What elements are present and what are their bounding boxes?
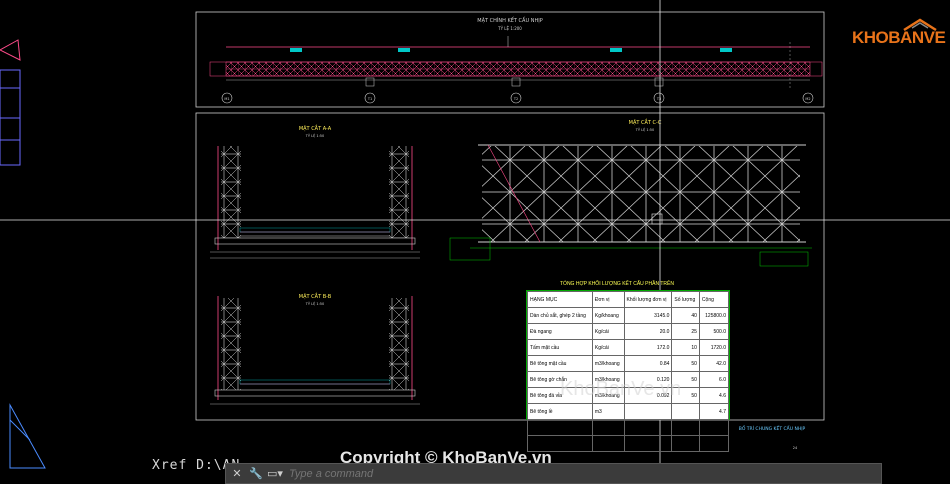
table-cell — [671, 403, 700, 420]
section-bb-scale: TỶ LỆ 1:50 — [305, 301, 325, 306]
section-bb: MẶT CẮT B-B TỶ LỆ 1:50 — [210, 292, 420, 405]
table-cell: 128 020.0 — [698, 419, 730, 436]
table-cell: 3145.0 — [623, 307, 673, 324]
section-bb-title: MẶT CẮT B-B — [299, 292, 332, 300]
pier-label-t2: T2 — [513, 97, 518, 101]
table-cell: 4.6 — [698, 387, 730, 404]
table-cell: 40 — [671, 307, 700, 324]
left-partial-drawing — [0, 39, 46, 469]
section-cc-scale: TỶ LỆ 1:50 — [635, 127, 655, 132]
table-cell: m3/khoang — [591, 355, 625, 372]
table-cell: Kg/cái — [591, 323, 625, 340]
table-cell: 25 — [671, 323, 700, 340]
table-cell: 500.0 — [698, 323, 730, 340]
table-header: Cộng — [698, 291, 730, 308]
command-line-bar: ✕ 🔧 ▭▾ — [225, 463, 882, 484]
table-cell: m3 — [591, 403, 625, 420]
section-aa-scale: TỶ LỆ 1:50 — [305, 133, 325, 138]
table-cell: Kg — [591, 419, 625, 436]
table-cell: Kg/khoang — [591, 307, 625, 324]
table-header: HẠNG MỤC — [527, 291, 593, 308]
table-header: Số lượng — [671, 291, 700, 308]
watermark-center: KhoBanVe.vn — [560, 378, 682, 400]
table-row: Đà ngang Kg/cái 20.0 25 500.0 — [527, 323, 730, 340]
cad-canvas[interactable]: MẶT CHÍNH KẾT CẤU NHỊP TỶ LỆ 1:200 M1 T1… — [0, 0, 950, 484]
section-aa: MẶT CẮT A-A TỶ LỆ 1:50 — [210, 124, 420, 259]
table-cell: Kg/cái — [591, 339, 625, 356]
summary-table-title: TỔNG HỢP KHỐI LƯỢNG KẾT CẤU PHẦN TRÊN — [560, 281, 674, 287]
table-cell — [671, 419, 700, 436]
table-cell — [671, 435, 700, 452]
section-cc: MẶT CẮT C-C TỶ LỆ 1:50 — [449, 118, 812, 267]
logo-text: KHOBANVE — [852, 28, 946, 47]
table-cell: Đà ngang — [527, 323, 593, 340]
khobanve-logo: KHOBANVE — [852, 18, 946, 52]
table-row: Dàn chủ sắt, ghép 2 tầng Kg/khoang 3145.… — [527, 307, 730, 324]
table-cell: 10 — [671, 339, 700, 356]
table-cell: 50 — [671, 355, 700, 372]
table-cell: Bê tông mặt cầu — [527, 355, 593, 372]
table-header: Đơn vị — [591, 291, 625, 308]
table-cell: 20.0 — [623, 323, 673, 340]
section-cc-title: MẶT CẮT C-C — [629, 118, 662, 126]
close-icon[interactable]: ✕ — [229, 466, 245, 481]
command-history-icon[interactable]: ▭▾ — [267, 466, 283, 481]
wrench-icon[interactable]: 🔧 — [248, 466, 264, 481]
table-cell: 57.3 — [698, 435, 730, 452]
footer-title: BỐ TRÍ CHUNG KẾT CẤU NHỊP — [739, 424, 806, 432]
table-cell: 42.0 — [698, 355, 730, 372]
table-cell — [623, 403, 673, 420]
sheet-number: 24 — [793, 446, 798, 450]
section-aa-title: MẶT CẮT A-A — [299, 124, 332, 132]
table-row: Bê tông lề m3 4.7 — [527, 403, 730, 420]
table-header: Khối lượng đơn vị — [623, 291, 673, 308]
table-header-row: HẠNG MỤC Đơn vị Khối lượng đơn vị Số lượ… — [527, 291, 730, 308]
table-cell — [623, 419, 673, 436]
pier-markers: M1 T1 T2 T3 M2 — [221, 77, 814, 104]
table-cell: 0.84 — [623, 355, 673, 372]
elevation-title: MẶT CHÍNH KẾT CẤU NHỊP — [477, 16, 542, 24]
table-cell: Tấm mặt cầu — [527, 339, 593, 356]
table-cell: m3 — [591, 435, 625, 452]
table-cell — [623, 435, 673, 452]
table-row: Tấm mặt cầu Kg/cái 172.0 10 1720.0 — [527, 339, 730, 356]
table-cell: 4.7 — [698, 403, 730, 420]
table-row: m3 57.3 — [527, 435, 730, 452]
table-cell: 6.0 — [698, 371, 730, 388]
elevation-scale: TỶ LỆ 1:200 — [497, 26, 522, 31]
pier-label-m1: M1 — [224, 97, 229, 101]
pier-label-m2: M2 — [805, 97, 810, 101]
table-cell: 172.0 — [623, 339, 673, 356]
table-cell: 125800.0 — [698, 307, 730, 324]
table-cell: Bê tông lề — [527, 403, 593, 420]
table-row: Bê tông mặt cầu m3/khoang 0.84 50 42.0 — [527, 355, 730, 372]
bridge-elevation — [209, 36, 823, 90]
table-cell: Dàn chủ sắt, ghép 2 tầng — [527, 307, 593, 324]
pier-label-t1: T1 — [367, 97, 372, 101]
command-input[interactable] — [287, 466, 811, 481]
table-cell: 1720.0 — [698, 339, 730, 356]
table-cell: Tổng — [527, 419, 593, 436]
table-row: Tổng Kg 128 020.0 — [527, 419, 730, 436]
